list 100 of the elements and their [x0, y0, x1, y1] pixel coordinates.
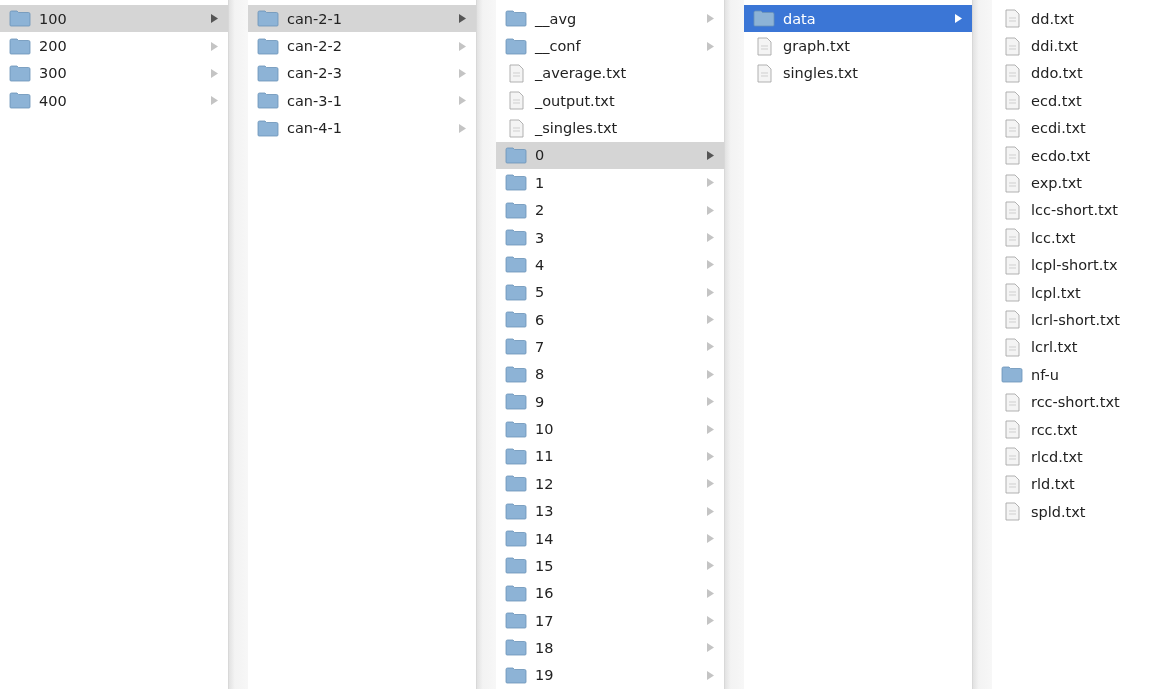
folder-item[interactable]: __conf	[496, 32, 725, 60]
folder-item[interactable]: 13	[496, 497, 725, 525]
file-item[interactable]: ecd.txt	[992, 87, 1153, 115]
folder-icon	[505, 639, 527, 657]
arrow-icon	[707, 287, 715, 297]
arrow-icon	[459, 14, 467, 24]
file-item[interactable]: _singles.txt	[496, 114, 725, 142]
arrow-icon	[707, 506, 715, 516]
folder-icon	[505, 229, 527, 247]
folder-item[interactable]: nf-u	[992, 361, 1153, 389]
folder-icon	[257, 37, 279, 55]
folder-item[interactable]: 2	[496, 196, 725, 224]
file-item[interactable]: _average.txt	[496, 59, 725, 88]
column-separator[interactable]	[972, 0, 992, 689]
folder-item[interactable]: can-2-1	[248, 5, 477, 33]
file-item[interactable]: dd.txt	[992, 5, 1153, 33]
folder-item[interactable]: can-3-1	[248, 87, 477, 115]
folder-item[interactable]: 1	[496, 169, 725, 197]
arrow-icon	[459, 41, 467, 51]
file-item[interactable]: spld.txt	[992, 498, 1153, 526]
folder-item[interactable]: 0	[496, 141, 725, 170]
file-item[interactable]: rlcd.txt	[992, 443, 1153, 471]
folder-icon	[505, 10, 527, 28]
column-separator[interactable]	[724, 0, 744, 689]
file-item[interactable]: lcrl-short.txt	[992, 306, 1153, 334]
folder-icon	[9, 64, 31, 82]
folder-item[interactable]: 14	[496, 524, 725, 553]
folder-item[interactable]: 16	[496, 579, 725, 607]
file-item[interactable]: lcc-short.txt	[992, 196, 1153, 225]
folder-icon	[505, 420, 527, 438]
folder-icon	[257, 64, 279, 82]
arrow-icon	[211, 41, 219, 51]
arrow-icon	[707, 41, 715, 51]
folder-item[interactable]: 8	[496, 360, 725, 389]
file-item[interactable]: ddo.txt	[992, 59, 1153, 88]
arrow-icon	[211, 96, 219, 106]
column-separator[interactable]	[476, 0, 496, 689]
folder-item[interactable]: 19	[496, 661, 725, 689]
arrow-icon	[707, 260, 715, 270]
file-item[interactable]: rcc-short.txt	[992, 388, 1153, 416]
folder-item[interactable]: 300	[0, 59, 229, 88]
arrow-icon	[707, 205, 715, 215]
file-item[interactable]: lcpl-short.tx	[992, 251, 1153, 279]
file-item[interactable]: graph.txt	[744, 32, 973, 60]
folder-icon	[257, 119, 279, 137]
folder-item[interactable]: 6	[496, 305, 725, 334]
folder-item[interactable]: 400	[0, 87, 229, 115]
folder-item[interactable]: 15	[496, 552, 725, 580]
folder-item[interactable]: 12	[496, 470, 725, 498]
file-item[interactable]: lcpl.txt	[992, 278, 1153, 307]
file-item[interactable]: _output.txt	[496, 87, 725, 115]
arrow-icon	[707, 534, 715, 543]
arrow-icon	[707, 670, 715, 680]
folder-icon	[257, 10, 279, 28]
folder-item[interactable]: 3	[496, 223, 725, 252]
arrow-icon	[707, 643, 715, 653]
folder-icon	[9, 10, 31, 28]
file-item[interactable]: ddi.txt	[992, 32, 1153, 60]
file-item[interactable]: rld.txt	[992, 470, 1153, 499]
file-item[interactable]: exp.txt	[992, 169, 1153, 197]
folder-item[interactable]: can-2-3	[248, 59, 477, 88]
folder-icon	[505, 530, 527, 547]
arrow-icon	[707, 424, 715, 434]
file-item[interactable]: lcrl.txt	[992, 333, 1153, 362]
arrow-icon	[211, 14, 219, 24]
folder-item[interactable]: can-2-2	[248, 32, 477, 60]
folder-icon	[505, 447, 527, 465]
folder-item[interactable]: can-4-1	[248, 114, 477, 142]
folder-item[interactable]: 9	[496, 388, 725, 416]
file-item[interactable]: singles.txt	[744, 59, 973, 88]
arrow-icon	[707, 616, 715, 626]
column-separator[interactable]	[228, 0, 248, 689]
file-item[interactable]: lcc.txt	[992, 224, 1153, 252]
arrow-icon	[459, 68, 467, 78]
folder-item[interactable]: 10	[496, 415, 725, 443]
arrow-icon	[459, 123, 467, 133]
file-item[interactable]: rcc.txt	[992, 415, 1153, 444]
folder-icon	[505, 338, 527, 356]
folder-item[interactable]: 4	[496, 251, 725, 279]
folder-icon	[1001, 366, 1023, 384]
file-item[interactable]: ecdo.txt	[992, 141, 1153, 170]
folder-item[interactable]: 11	[496, 442, 725, 471]
folder-item[interactable]: 5	[496, 278, 725, 306]
folder-icon	[505, 311, 527, 329]
folder-icon	[9, 37, 31, 55]
folder-item[interactable]: 7	[496, 333, 725, 361]
arrow-icon	[707, 588, 715, 598]
arrow-icon	[459, 96, 467, 106]
arrow-icon	[707, 369, 715, 379]
folder-item[interactable]: 17	[496, 606, 725, 635]
folder-item[interactable]: 18	[496, 634, 725, 662]
folder-item[interactable]: 200	[0, 32, 229, 60]
arrow-icon	[707, 397, 715, 407]
folder-icon	[505, 584, 527, 602]
folder-item[interactable]: data	[744, 5, 973, 33]
folder-icon	[505, 37, 527, 55]
folder-icon	[505, 365, 527, 383]
folder-item[interactable]: __avg	[496, 5, 725, 33]
file-item[interactable]: ecdi.txt	[992, 114, 1153, 142]
folder-item[interactable]: 100	[0, 5, 229, 33]
